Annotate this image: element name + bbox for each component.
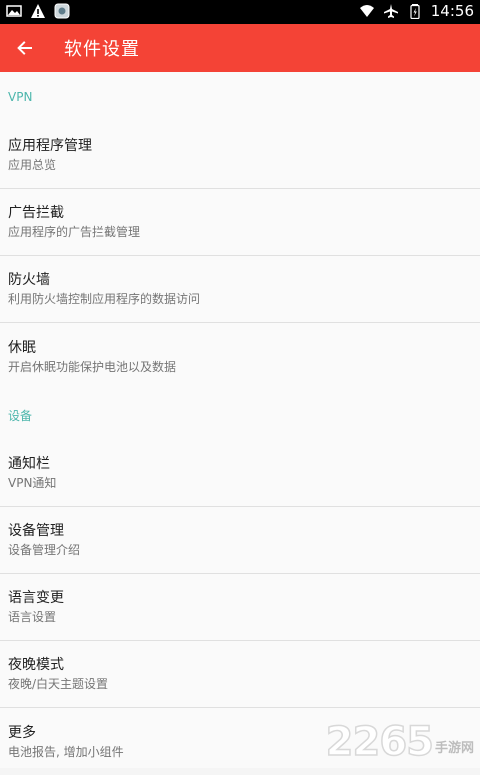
item-subtitle: 开启休眠功能保护电池以及数据 <box>8 358 480 376</box>
airplane-icon <box>383 3 399 19</box>
list-item-app-management[interactable]: 应用程序管理 应用总览 <box>0 122 480 189</box>
page-title: 软件设置 <box>64 35 140 61</box>
item-subtitle: 利用防火墙控制应用程序的数据访问 <box>8 290 480 308</box>
list-item-firewall[interactable]: 防火墙 利用防火墙控制应用程序的数据访问 <box>0 256 480 323</box>
item-subtitle: 应用总览 <box>8 156 480 174</box>
app-bar: 软件设置 <box>0 24 480 72</box>
arrow-back-icon <box>15 38 35 58</box>
watermark-text: 手游网 <box>435 737 474 756</box>
item-subtitle: 设备管理介绍 <box>8 541 480 559</box>
item-subtitle: 夜晚/白天主题设置 <box>8 675 480 693</box>
item-title: 休眠 <box>8 338 480 358</box>
back-button[interactable] <box>0 24 50 72</box>
list-item-device-management[interactable]: 设备管理 设备管理介绍 <box>0 507 480 574</box>
item-title: 防火墙 <box>8 270 480 290</box>
list-item-night-mode[interactable]: 夜晚模式 夜晚/白天主题设置 <box>0 641 480 708</box>
list-item-sleep[interactable]: 休眠 开启休眠功能保护电池以及数据 <box>0 323 480 390</box>
warning-icon <box>30 3 46 19</box>
wifi-icon <box>359 3 375 19</box>
item-subtitle: 应用程序的广告拦截管理 <box>8 223 480 241</box>
watermark-number: 2265 <box>326 722 433 762</box>
watermark: 2265 手游网 <box>326 722 474 762</box>
settings-list: VPN 应用程序管理 应用总览 广告拦截 应用程序的广告拦截管理 防火墙 利用防… <box>0 72 480 768</box>
status-bar: 14:56 <box>0 0 480 24</box>
list-item-ad-block[interactable]: 广告拦截 应用程序的广告拦截管理 <box>0 189 480 256</box>
battery-icon <box>407 3 423 19</box>
app-icon <box>54 3 70 19</box>
list-item-notification-bar[interactable]: 通知栏 VPN通知 <box>0 440 480 507</box>
list-item-language[interactable]: 语言变更 语言设置 <box>0 574 480 641</box>
item-title: 设备管理 <box>8 521 480 541</box>
item-title: 语言变更 <box>8 588 480 608</box>
item-subtitle: VPN通知 <box>8 474 480 492</box>
item-title: 通知栏 <box>8 454 480 474</box>
item-title: 夜晚模式 <box>8 655 480 675</box>
item-title: 应用程序管理 <box>8 136 480 156</box>
item-title: 广告拦截 <box>8 203 480 223</box>
item-subtitle: 语言设置 <box>8 608 480 626</box>
section-header-vpn: VPN <box>0 72 480 122</box>
status-time: 14:56 <box>431 2 474 20</box>
section-header-device: 设备 <box>0 390 480 440</box>
image-icon <box>6 3 22 19</box>
